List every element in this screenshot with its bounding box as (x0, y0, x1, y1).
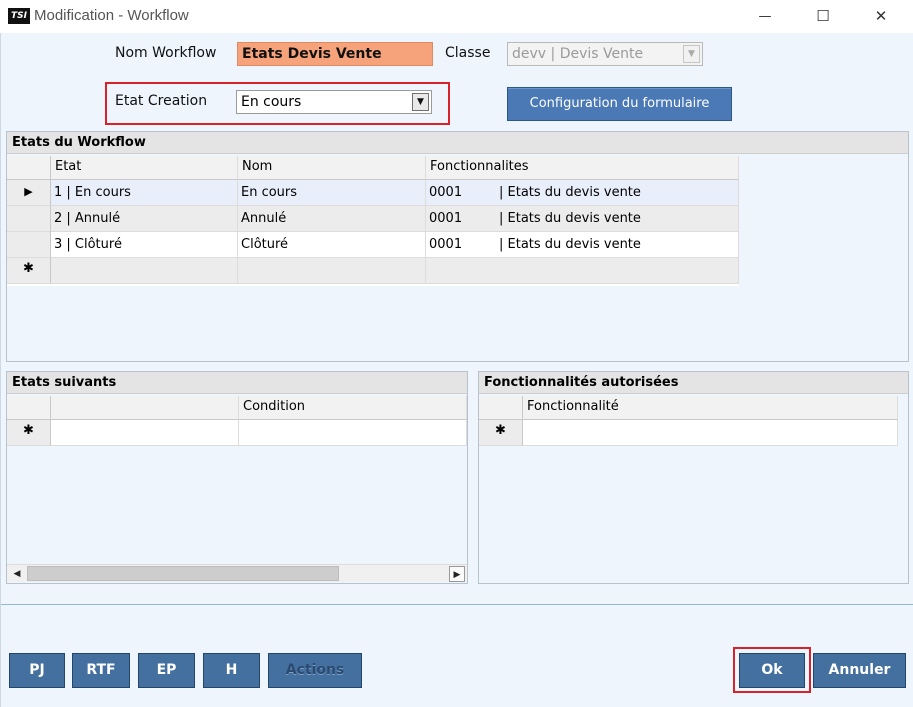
classe-label: Classe (445, 45, 491, 61)
etats-workflow-panel: Etats du Workflow Etat Nom Fonctionnalit… (6, 131, 909, 362)
etats-suivants-panel: Etats suivants Condition ✱ ◀ ▶ (6, 371, 468, 584)
column-header-etat[interactable] (51, 396, 239, 420)
cell-fonct-label: | Etats du devis vente (499, 185, 641, 200)
actions-button[interactable]: Actions (268, 653, 362, 688)
pj-button[interactable]: PJ (9, 653, 65, 688)
column-header-condition[interactable]: Condition (239, 396, 467, 420)
rtf-button[interactable]: RTF (72, 653, 130, 688)
etats-workflow-grid: Etat Nom Fonctionnalites ▶ 1 | En cours … (7, 156, 739, 286)
h-button[interactable]: H (203, 653, 260, 688)
column-header-nom[interactable]: Nom (238, 156, 426, 180)
nom-workflow-label: Nom Workflow (115, 45, 217, 61)
cell-etat[interactable]: 1 | En cours (51, 180, 238, 206)
classe-select: devv | Devis Vente ▼ (507, 42, 703, 66)
table-row[interactable]: 2 | Annulé Annulé 0001 | Etats du devis v… (7, 206, 739, 232)
cell-fonct-code: 0001 (429, 185, 463, 200)
row-header-corner (7, 156, 51, 180)
grid-header-row: Fonctionnalité (479, 396, 898, 422)
cell-etat[interactable]: 3 | Clôturé (51, 232, 238, 258)
fonctionnalites-autorisees-panel: Fonctionnalités autorisées Fonctionnalit… (478, 371, 909, 584)
new-cell-fonctionnalites[interactable] (426, 258, 739, 284)
horizontal-scrollbar[interactable]: ◀ ▶ (7, 564, 467, 582)
grid-header-row: Etat Nom Fonctionnalites (7, 156, 739, 182)
cell-fonct-code: 0001 (429, 211, 463, 226)
new-cell-fonctionnalite[interactable] (523, 420, 898, 446)
grid-header-row: Condition (7, 396, 467, 422)
app-logo-icon: TSI (8, 8, 30, 24)
cell-fonct-label: | Etats du devis vente (499, 237, 641, 252)
divider (1, 604, 913, 605)
new-cell-condition[interactable] (239, 420, 467, 446)
window-title: Modification - Workflow (34, 7, 189, 24)
cell-nom[interactable]: En cours (238, 180, 426, 206)
fonctionnalites-grid: Fonctionnalité ✱ (479, 396, 898, 446)
new-row-icon: ✱ (7, 258, 51, 284)
cell-fonctionnalites[interactable]: 0001 | Etats du devis vente (426, 232, 739, 258)
title-bar: TSI Modification - Workflow — ☐ ✕ (0, 0, 913, 33)
new-row[interactable]: ✱ (7, 420, 467, 446)
row-header-corner (479, 396, 523, 420)
new-cell-nom[interactable] (238, 258, 426, 284)
row-header (7, 232, 51, 258)
etat-creation-value: En cours (241, 94, 302, 110)
cell-fonct-label: | Etats du devis vente (499, 211, 641, 226)
annuler-button[interactable]: Annuler (813, 653, 906, 688)
new-row[interactable]: ✱ (7, 258, 739, 284)
chevron-down-icon: ▼ (683, 45, 700, 63)
row-header (7, 206, 51, 232)
close-button[interactable]: ✕ (858, 0, 904, 33)
ep-button[interactable]: EP (138, 653, 195, 688)
column-header-fonctionnalites[interactable]: Fonctionnalites (426, 156, 739, 180)
scrollbar-thumb[interactable] (27, 566, 339, 581)
column-header-etat[interactable]: Etat (51, 156, 238, 180)
cell-fonctionnalites[interactable]: 0001 | Etats du devis vente (426, 180, 739, 206)
etat-creation-select[interactable]: En cours ▼ (236, 90, 432, 114)
new-row-icon: ✱ (7, 420, 51, 446)
current-row-icon: ▶ (7, 180, 51, 206)
cell-nom[interactable]: Annulé (238, 206, 426, 232)
table-row[interactable]: ▶ 1 | En cours En cours 0001 | Etats du d… (7, 180, 739, 206)
fonctionnalites-autorisees-title: Fonctionnalités autorisées (479, 372, 908, 394)
cell-etat[interactable]: 2 | Annulé (51, 206, 238, 232)
new-row[interactable]: ✱ (479, 420, 898, 446)
etat-creation-label: Etat Creation (115, 93, 208, 109)
etats-suivants-title: Etats suivants (7, 372, 467, 394)
table-row[interactable]: 3 | Clôturé Clôturé 0001 | Etats du devis… (7, 232, 739, 258)
cell-nom[interactable]: Clôturé (238, 232, 426, 258)
cell-fonctionnalites[interactable]: 0001 | Etats du devis vente (426, 206, 739, 232)
maximize-button[interactable]: ☐ (800, 0, 846, 33)
minimize-button[interactable]: — (742, 0, 788, 33)
ok-button[interactable]: Ok (739, 653, 805, 688)
workflow-form: Nom Workflow Etats Devis Vente Classe de… (0, 33, 913, 707)
row-header-corner (7, 396, 51, 420)
new-row-icon: ✱ (479, 420, 523, 446)
column-header-fonctionnalite[interactable]: Fonctionnalité (523, 396, 898, 420)
scroll-right-icon[interactable]: ▶ (449, 566, 465, 582)
classe-value: devv | Devis Vente (512, 46, 644, 62)
nom-workflow-field[interactable]: Etats Devis Vente (237, 42, 433, 66)
configuration-formulaire-button[interactable]: Configuration du formulaire (507, 87, 732, 121)
new-cell-etat[interactable] (51, 258, 238, 284)
etats-workflow-title: Etats du Workflow (7, 132, 908, 154)
cell-fonct-code: 0001 (429, 237, 463, 252)
etats-suivants-grid: Condition ✱ (7, 396, 467, 446)
chevron-down-icon[interactable]: ▼ (412, 93, 429, 111)
new-cell-etat[interactable] (51, 420, 239, 446)
scroll-left-icon[interactable]: ◀ (9, 566, 25, 582)
